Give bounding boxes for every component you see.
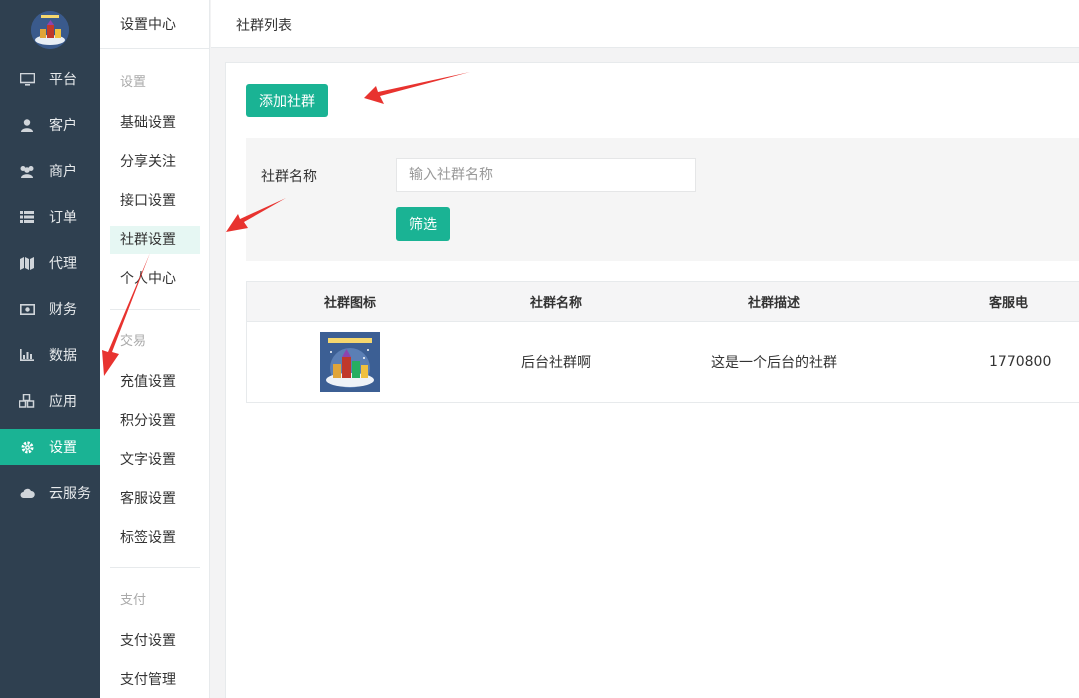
users-icon (19, 163, 35, 179)
sidebar-item-basic[interactable]: 基础设置 (110, 109, 200, 137)
sidebar-item-pay-manage[interactable]: 支付管理 (110, 666, 200, 694)
sidebar-item-profile[interactable]: 个人中心 (110, 265, 200, 293)
nav-label: 客户 (49, 118, 77, 134)
nav-item-agent[interactable]: 代理 (0, 245, 100, 281)
monitor-icon (19, 71, 35, 87)
top-header: 社群列表 (211, 0, 1079, 48)
cloud-icon (19, 485, 35, 501)
nav-item-settings[interactable]: 设置 (0, 429, 100, 465)
group-label-payment: 支付 (120, 593, 147, 608)
nav-label: 代理 (49, 256, 77, 272)
cubes-icon (19, 393, 35, 409)
main-panel: 添加社群 社群名称 筛选 社群图标 社群名称 社群描述 客服电 (225, 62, 1079, 698)
nav-item-customer[interactable]: 客户 (0, 107, 100, 143)
sidebar-item-recharge[interactable]: 充值设置 (110, 368, 200, 396)
user-icon (19, 117, 35, 133)
divider (100, 48, 210, 49)
gear-icon (19, 439, 35, 455)
main-nav: 平台 客户 商户 订单 代理 财务 数据 应用 设置 云服务 (0, 0, 100, 698)
group-label-trade: 交易 (120, 334, 147, 349)
nav-label: 平台 (49, 72, 77, 88)
app-logo[interactable] (31, 11, 69, 49)
community-name-cell: 后台社群啊 (521, 355, 591, 371)
divider (110, 567, 200, 568)
community-description-cell: 这是一个后台的社群 (711, 355, 837, 371)
column-header-icon: 社群图标 (323, 296, 376, 311)
sidebar-item-pay-settings[interactable]: 支付设置 (110, 627, 200, 655)
service-phone-cell: 1770800 (989, 354, 1052, 370)
table-row: 后台社群啊 这是一个后台的社群 1770800 (247, 322, 1079, 402)
sidebar-title: 设置中心 (120, 17, 176, 33)
sidebar-item-points[interactable]: 积分设置 (110, 407, 200, 435)
filter-form: 社群名称 筛选 (246, 138, 1079, 261)
filter-label: 社群名称 (261, 169, 317, 185)
icon-cell (247, 322, 453, 402)
nav-label: 设置 (49, 440, 77, 456)
nav-label: 应用 (49, 394, 77, 410)
community-name-input[interactable] (396, 158, 696, 192)
sidebar-item-community[interactable]: 社群设置 (110, 226, 200, 254)
sidebar-item-text[interactable]: 文字设置 (110, 446, 200, 474)
list-icon (19, 209, 35, 225)
community-icon-image (320, 332, 380, 392)
nav-item-merchant[interactable]: 商户 (0, 153, 100, 189)
breadcrumb: 社群列表 (236, 18, 292, 34)
nav-label: 商户 (49, 164, 77, 180)
filter-button[interactable]: 筛选 (396, 207, 450, 241)
nav-label: 云服务 (49, 486, 91, 502)
map-icon (19, 255, 35, 271)
nav-item-platform[interactable]: 平台 (0, 61, 100, 97)
column-header-name: 社群名称 (529, 296, 582, 311)
sidebar-item-service[interactable]: 客服设置 (110, 485, 200, 513)
community-table: 社群图标 社群名称 社群描述 客服电 后台社群啊 这是一个后台的社群 17708… (246, 281, 1079, 403)
nav-item-order[interactable]: 订单 (0, 199, 100, 235)
nav-label: 订单 (49, 210, 77, 226)
nav-item-data[interactable]: 数据 (0, 337, 100, 373)
group-label-settings: 设置 (120, 75, 147, 90)
nav-label: 数据 (49, 348, 77, 364)
nav-item-apps[interactable]: 应用 (0, 383, 100, 419)
nav-label: 财务 (49, 302, 77, 318)
sidebar-item-api[interactable]: 接口设置 (110, 187, 200, 215)
add-community-button[interactable]: 添加社群 (246, 84, 328, 117)
divider (110, 309, 200, 310)
column-header-phone: 客服电 (989, 296, 1029, 311)
nav-item-finance[interactable]: 财务 (0, 291, 100, 327)
nav-item-cloud[interactable]: 云服务 (0, 475, 100, 511)
table-header: 社群图标 社群名称 社群描述 客服电 (247, 282, 1079, 322)
settings-sidebar: 设置中心 设置 基础设置 分享关注 接口设置 社群设置 个人中心 交易 充值设置… (100, 0, 210, 698)
money-icon (19, 301, 35, 317)
sidebar-item-share[interactable]: 分享关注 (110, 148, 200, 176)
sidebar-item-tags[interactable]: 标签设置 (110, 524, 200, 552)
bar-chart-icon (19, 347, 35, 363)
column-header-description: 社群描述 (747, 296, 800, 311)
